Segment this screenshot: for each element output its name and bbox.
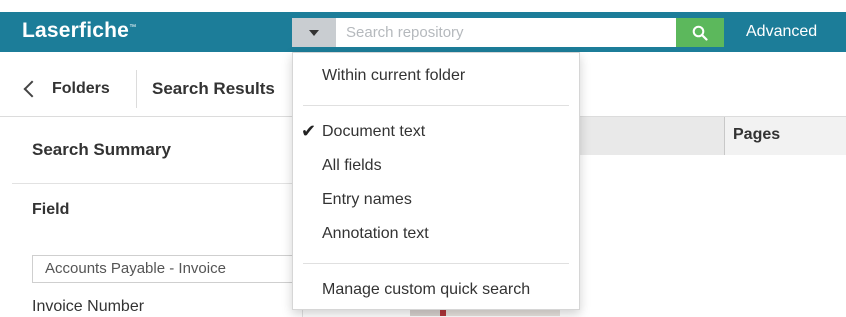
menu-item-label: Annotation text [322,225,429,242]
template-select[interactable]: Accounts Payable - Invoice [32,255,302,283]
summary-divider [12,183,302,184]
search-scope-toggle-button[interactable] [292,18,336,47]
field-heading: Field [32,201,70,218]
menu-item-annotation-text[interactable]: Annotation text [293,219,579,249]
checkmark-icon: ✔ [301,121,317,141]
search-input[interactable] [336,18,676,47]
field-name-label: Invoice Number [32,298,145,315]
menu-item-manage-custom-quick-search[interactable]: Manage custom quick search [293,275,579,305]
menu-item-label: Document text [322,123,426,140]
back-button-label: Folders [52,80,110,97]
menu-item-label: Entry names [322,191,412,208]
search-scope-dropdown: Within current folder ✔ Document text Al… [292,52,580,310]
app-logo[interactable]: Laserfiche™ [22,19,136,43]
menu-item-entry-names[interactable]: Entry names [293,185,579,215]
menu-item-label: Manage custom quick search [322,281,531,298]
caret-down-icon [309,29,319,36]
menu-item-document-text[interactable]: ✔ Document text [293,117,579,147]
search-summary-title: Search Summary [32,140,171,159]
menu-item-all-fields[interactable]: All fields [293,151,579,181]
search-summary-panel: Search Summary Field Accounts Payable - … [12,117,303,317]
menu-item-within-current-folder[interactable]: Within current folder [293,61,579,91]
search-icon [692,25,708,41]
menu-item-label: All fields [322,157,382,174]
pages-column-label: Pages [733,126,781,143]
chevron-left-icon [23,80,41,98]
breadcrumb-current: Search Results [152,79,275,98]
advanced-search-link[interactable]: Advanced [746,23,817,41]
menu-item-label: Within current folder [322,67,466,84]
breadcrumb-divider [136,70,137,108]
menu-divider [303,263,569,264]
search-button[interactable] [676,18,724,47]
logo-trademark: ™ [129,24,137,31]
menu-divider [303,105,569,106]
back-to-folders-button[interactable]: Folders [16,75,124,103]
column-divider[interactable] [724,117,725,155]
logo-text: Laserfiche [22,19,130,42]
top-header-bar: Laserfiche™ Advanced [0,12,846,52]
